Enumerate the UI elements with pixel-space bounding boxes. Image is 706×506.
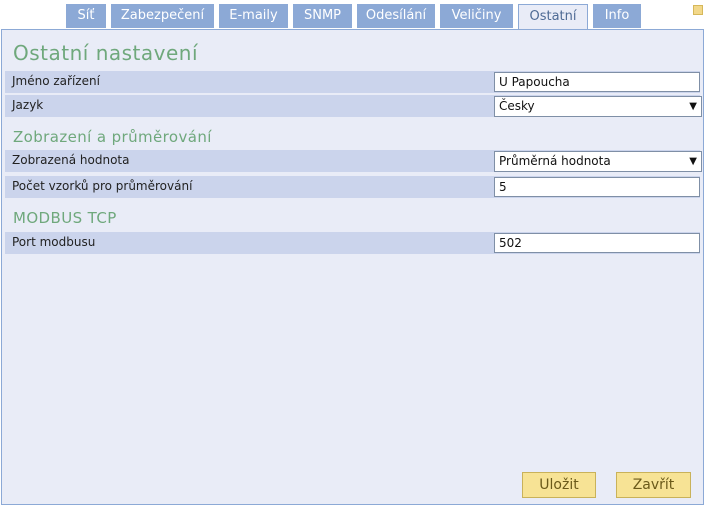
tab-veliciny[interactable]: Veličiny [440,4,513,28]
tab-e-maily[interactable]: E-maily [219,4,288,28]
modbus-port-label: Port modbusu [12,235,96,249]
top-bar: Síť Zabezpečení E-maily SNMP Odesílání V… [0,0,706,30]
language-select[interactable]: Česky ▼ [494,96,702,117]
chevron-down-icon: ▼ [689,156,697,167]
tab-info[interactable]: Info [593,4,641,28]
language-label: Jazyk [12,98,44,112]
settings-panel: Ostatní nastavení Jméno zařízení Jazyk Č… [1,29,704,505]
shown-value-selected: Průměrná hodnota [499,154,611,168]
chevron-down-icon: ▼ [689,101,697,112]
device-name-label: Jméno zařízení [12,74,100,88]
row-samples: Počet vzorků pro průměrování [5,176,700,198]
corner-marker [693,5,703,15]
device-name-input[interactable] [494,72,700,92]
tab-ostatni[interactable]: Ostatní [518,4,588,30]
shown-value-label: Zobrazená hodnota [12,153,130,167]
modbus-port-input[interactable] [494,233,700,253]
shown-value-select[interactable]: Průměrná hodnota ▼ [494,151,702,172]
display-section-title: Zobrazení a průměrování [13,128,212,146]
row-device-name: Jméno zařízení [5,71,700,93]
row-language: Jazyk Česky ▼ [5,95,702,117]
tab-bar: Síť Zabezpečení E-maily SNMP Odesílání V… [66,4,646,30]
tab-snmp[interactable]: SNMP [293,4,352,28]
samples-input[interactable] [494,177,700,197]
page-title: Ostatní nastavení [13,41,199,65]
close-button[interactable]: Zavřít [616,472,691,498]
language-selected-value: Česky [499,99,535,113]
tab-zabezpeceni[interactable]: Zabezpečení [111,4,214,28]
row-modbus-port: Port modbusu [5,232,700,254]
save-button[interactable]: Uložit [522,472,596,498]
tab-sit[interactable]: Síť [66,4,106,28]
samples-label: Počet vzorků pro průměrování [12,179,193,193]
modbus-section-title: MODBUS TCP [13,209,117,227]
tab-odesilani[interactable]: Odesílání [357,4,435,28]
row-shown-value: Zobrazená hodnota Průměrná hodnota ▼ [5,150,702,172]
